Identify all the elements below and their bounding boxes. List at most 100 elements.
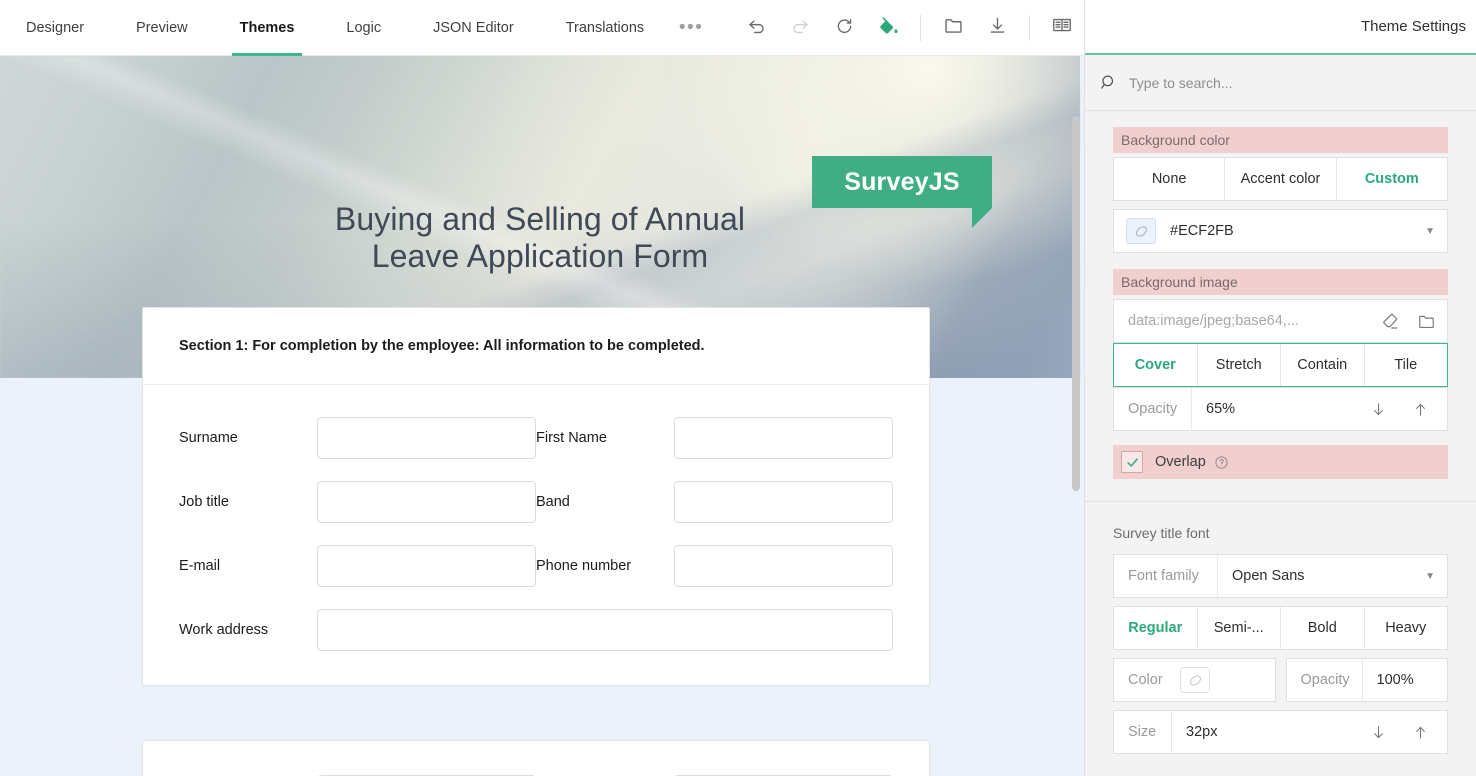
field-first-name: First Name xyxy=(536,417,893,459)
font-weight-regular[interactable]: Regular xyxy=(1114,607,1198,649)
more-tabs-button[interactable]: ••• xyxy=(670,0,712,56)
font-size-label: Size xyxy=(1114,711,1172,753)
background-image-fit-options: Cover Stretch Contain Tile xyxy=(1113,343,1448,387)
font-weight-bold-label: Bold xyxy=(1308,620,1337,636)
bgimage-fit-contain-label: Contain xyxy=(1297,357,1347,373)
field-work-address: Work address xyxy=(179,609,893,651)
theme-editor-app: Designer Preview Themes Logic JSON Edito… xyxy=(0,0,1476,776)
top-tab-bar: Designer Preview Themes Logic JSON Edito… xyxy=(0,0,1084,56)
font-size-row: Size 32px xyxy=(1113,710,1448,754)
tab-translations[interactable]: Translations xyxy=(540,0,670,56)
arrow-up-icon[interactable] xyxy=(1407,396,1433,422)
font-color-swatch[interactable] xyxy=(1180,667,1210,693)
background-image-value[interactable]: data:image/jpeg;base64,... xyxy=(1114,313,1377,329)
bgcolor-option-accent[interactable]: Accent color xyxy=(1225,158,1336,200)
background-color-value[interactable]: #ECF2FB xyxy=(1156,223,1425,239)
field-row-1: Surname First Name xyxy=(179,417,893,459)
field-work-address-input[interactable] xyxy=(317,609,893,651)
bgcolor-option-custom-label: Custom xyxy=(1365,171,1419,187)
chevron-down-icon[interactable]: ▼ xyxy=(1425,226,1447,237)
font-size-arrow-down-icon[interactable] xyxy=(1365,719,1391,745)
survey-title-font-label: Survey title font xyxy=(1113,520,1448,546)
theme-settings-title: Theme Settings xyxy=(1361,18,1466,35)
field-band-label: Band xyxy=(536,494,674,510)
bgimage-fit-tile[interactable]: Tile xyxy=(1365,344,1448,386)
font-opacity-value[interactable]: 100% xyxy=(1363,672,1448,688)
bgimage-fit-cover[interactable]: Cover xyxy=(1114,344,1198,386)
preview-book-icon xyxy=(1051,14,1073,41)
bgimage-fit-contain[interactable]: Contain xyxy=(1281,344,1365,386)
bgcolor-option-accent-label: Accent color xyxy=(1241,171,1321,187)
background-color-group: Background color None Accent color Custo… xyxy=(1085,127,1476,253)
preview-mode-button[interactable] xyxy=(1040,0,1084,56)
tab-json-editor[interactable]: JSON Editor xyxy=(407,0,540,56)
bgcolor-option-custom[interactable]: Custom xyxy=(1337,158,1447,200)
theme-search-bar xyxy=(1085,55,1476,111)
font-weight-bold[interactable]: Bold xyxy=(1281,607,1365,649)
font-size-value[interactable]: 32px xyxy=(1172,724,1365,740)
font-weight-semibold-label: Semi-... xyxy=(1214,620,1264,636)
tab-themes[interactable]: Themes xyxy=(214,0,321,56)
theme-search-input[interactable] xyxy=(1125,75,1462,91)
background-image-opacity-row: Opacity 65% xyxy=(1113,387,1448,431)
field-row-2: Job title Band xyxy=(179,481,893,523)
folder-open-icon xyxy=(943,15,964,41)
tab-preview-label: Preview xyxy=(136,20,188,36)
redo-button[interactable] xyxy=(778,0,822,56)
arrow-down-icon[interactable] xyxy=(1365,396,1391,422)
field-email-label: E-mail xyxy=(179,558,317,574)
tab-logic-label: Logic xyxy=(346,20,381,36)
tab-designer[interactable]: Designer xyxy=(0,0,110,56)
reset-theme-button[interactable] xyxy=(822,0,866,56)
toolbar-divider-2 xyxy=(1029,15,1030,41)
theme-apply-button[interactable] xyxy=(866,0,910,56)
field-email-input[interactable] xyxy=(317,545,536,587)
tab-designer-label: Designer xyxy=(26,20,84,36)
undo-button[interactable] xyxy=(734,0,778,56)
download-button[interactable] xyxy=(975,0,1019,56)
survey-scrollbar-thumb[interactable] xyxy=(1072,116,1080,491)
font-size-arrow-up-icon[interactable] xyxy=(1407,719,1433,745)
field-phone-number-input[interactable] xyxy=(674,545,893,587)
survey-surface: SurveyJS Buying and Selling of Annual Le… xyxy=(0,56,1084,776)
tab-preview[interactable]: Preview xyxy=(110,0,214,56)
font-weight-semibold[interactable]: Semi-... xyxy=(1198,607,1282,649)
field-first-name-label: First Name xyxy=(536,430,674,446)
survey-panel-section-1: Section 1: For completion by the employe… xyxy=(142,307,930,686)
theme-settings-panel: Theme Settings Background color None Acc… xyxy=(1084,0,1476,776)
overlap-checkbox[interactable] xyxy=(1121,451,1143,473)
search-icon xyxy=(1099,73,1125,92)
font-family-value[interactable]: Open Sans xyxy=(1218,568,1425,584)
font-family-row: Font family Open Sans ▼ xyxy=(1113,554,1448,598)
background-color-options: None Accent color Custom xyxy=(1113,157,1448,201)
panel-body: Surname First Name Job title xyxy=(143,385,929,685)
redo-icon xyxy=(790,15,811,41)
field-surname-input[interactable] xyxy=(317,417,536,459)
survey-preview-area: Designer Preview Themes Logic JSON Edito… xyxy=(0,0,1084,776)
theme-settings-header: Theme Settings xyxy=(1085,0,1476,55)
bgimage-fit-stretch[interactable]: Stretch xyxy=(1198,344,1282,386)
tab-json-editor-label: JSON Editor xyxy=(433,20,514,36)
background-image-opacity-label: Opacity xyxy=(1114,388,1192,430)
background-image-opacity-steppers xyxy=(1365,396,1447,422)
folder-icon[interactable] xyxy=(1413,308,1439,334)
open-file-button[interactable] xyxy=(931,0,975,56)
field-row-4: Work address xyxy=(179,609,893,651)
survey-title-font-group: Survey title font Font family Open Sans … xyxy=(1085,520,1476,754)
field-job-title-input[interactable] xyxy=(317,481,536,523)
font-family-chevron-down-icon[interactable]: ▼ xyxy=(1425,571,1447,582)
background-image-group: Background image data:image/jpeg;base64,… xyxy=(1085,269,1476,479)
survey-title[interactable]: Buying and Selling of Annual Leave Appli… xyxy=(0,201,1080,275)
eraser-icon[interactable] xyxy=(1377,308,1403,334)
font-weight-heavy[interactable]: Heavy xyxy=(1365,607,1448,649)
panel-2-body xyxy=(143,741,929,776)
bgcolor-option-none[interactable]: None xyxy=(1114,158,1225,200)
background-color-swatch[interactable] xyxy=(1126,218,1156,244)
font-weight-options: Regular Semi-... Bold Heavy xyxy=(1113,606,1448,650)
background-image-opacity-value[interactable]: 65% xyxy=(1192,401,1365,417)
tab-logic[interactable]: Logic xyxy=(320,0,407,56)
background-color-label: Background color xyxy=(1113,127,1448,153)
question-mark-icon[interactable] xyxy=(1214,455,1229,470)
field-band-input[interactable] xyxy=(674,481,893,523)
field-first-name-input[interactable] xyxy=(674,417,893,459)
